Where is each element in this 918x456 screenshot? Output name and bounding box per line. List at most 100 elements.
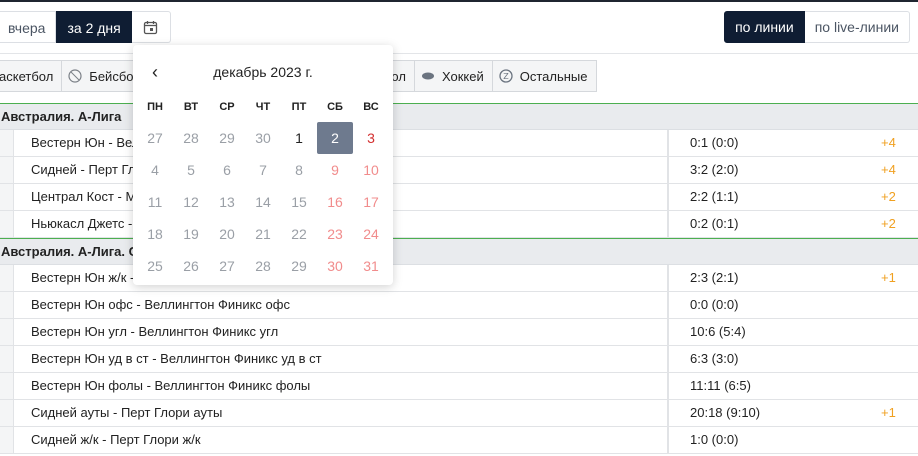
extra-markets-link[interactable]: +1 xyxy=(881,265,896,291)
column-separator xyxy=(667,265,669,291)
calendar-day: 26 xyxy=(183,258,199,274)
match-score: 2:3 (2:1) xyxy=(690,270,739,285)
table-row[interactable]: Вестерн Юн уд в ст - Веллингтон Финикс у… xyxy=(0,346,918,373)
table-row[interactable]: Вестерн Юн угл - Веллингтон Финикс угл 10… xyxy=(0,319,918,346)
sport-tab-label: аскетбол xyxy=(0,68,54,84)
calendar-day: 22 xyxy=(291,226,307,242)
row-gutter xyxy=(0,265,14,291)
calendar-day: 12 xyxy=(183,194,199,210)
weekday-label: ВТ xyxy=(183,101,199,113)
match-score: 20:18 (9:10) xyxy=(690,405,761,420)
calendar-month-title: декабрь 2023 г. xyxy=(213,64,313,80)
calendar-day: 21 xyxy=(255,226,271,242)
results-page: вчера за 2 дня по линии по live-линии ас… xyxy=(0,0,918,456)
table-row[interactable]: Сидней ауты - Перт Глори ауты 20:18 (9:10… xyxy=(0,400,918,427)
match-teams: Сидней ауты - Перт Глори ауты xyxy=(31,405,223,420)
calendar-day: 18 xyxy=(147,226,163,242)
extra-markets-link[interactable]: +4 xyxy=(881,157,896,183)
match-score: 3:2 (2:0) xyxy=(690,162,739,177)
match-score: 10:6 (5:4) xyxy=(690,324,746,339)
row-gutter xyxy=(0,346,14,372)
extra-markets-link[interactable]: +4 xyxy=(881,130,896,156)
calendar-day: 19 xyxy=(183,226,199,242)
calendar-day: 28 xyxy=(255,258,271,274)
extra-markets-link[interactable]: +2 xyxy=(881,211,896,237)
column-separator xyxy=(667,184,669,210)
live-mode-button[interactable]: по live-линии xyxy=(804,11,910,43)
calendar-day: 30 xyxy=(327,258,343,274)
calendar-day: 6 xyxy=(223,162,231,178)
calendar-day: 29 xyxy=(291,258,307,274)
calendar-day: 23 xyxy=(327,226,343,242)
calendar-day: 31 xyxy=(363,258,379,274)
calendar-day[interactable]: 1 xyxy=(281,122,317,154)
calendar-day: 29 xyxy=(219,130,235,146)
calendar-day: 11 xyxy=(147,194,163,210)
row-gutter xyxy=(0,319,14,345)
column-separator xyxy=(667,211,669,237)
match-teams: Вестерн Юн уд в ст - Веллингтон Финикс у… xyxy=(31,351,322,366)
weekday-label: ПТ xyxy=(291,101,307,113)
match-teams: Вестерн Юн угл - Веллингтон Финикс угл xyxy=(31,324,279,339)
calendar-day[interactable]: 3 xyxy=(353,122,389,154)
row-gutter xyxy=(0,292,14,318)
extra-markets-link[interactable]: +1 xyxy=(881,400,896,426)
column-separator xyxy=(667,346,669,372)
line-mode-switch: по линии по live-линии xyxy=(724,11,910,43)
extra-markets-link[interactable]: +2 xyxy=(881,184,896,210)
match-score: 2:2 (1:1) xyxy=(690,189,739,204)
match-teams: Сидней ж/к - Перт Глори ж/к xyxy=(31,432,201,447)
date-filter: вчера за 2 дня xyxy=(0,11,171,43)
table-row[interactable]: Сидней ж/к - Перт Глори ж/к 1:0 (0:0) xyxy=(0,427,918,454)
weekday-label: ЧТ xyxy=(255,101,271,113)
calendar-day: 7 xyxy=(259,162,267,178)
match-score: 0:0 (0:0) xyxy=(690,297,739,312)
match-score: 0:1 (0:0) xyxy=(690,135,739,150)
column-separator xyxy=(667,373,669,399)
two-days-button[interactable]: за 2 дня xyxy=(56,11,132,43)
yesterday-button[interactable]: вчера xyxy=(0,11,57,43)
column-separator xyxy=(667,130,669,156)
calendar-day-selected[interactable]: 2 xyxy=(317,122,353,154)
baseball-icon xyxy=(68,69,82,83)
hockey-icon xyxy=(421,69,435,83)
row-gutter xyxy=(0,157,14,183)
column-separator xyxy=(667,157,669,183)
calendar-day: 9 xyxy=(331,162,339,178)
calendar-day: 13 xyxy=(219,194,235,210)
sport-tab-basketball[interactable]: аскетбол xyxy=(0,60,63,92)
sport-tab-label: Остальные xyxy=(519,68,588,84)
calendar-day: 27 xyxy=(147,130,163,146)
row-gutter xyxy=(0,427,14,453)
match-score: 6:3 (3:0) xyxy=(690,351,739,366)
table-row[interactable]: Вестерн Юн фолы - Веллингтон Финикс фолы… xyxy=(0,373,918,400)
calendar-day: 24 xyxy=(363,226,379,242)
other-sports-icon: Z xyxy=(499,69,513,83)
row-gutter xyxy=(0,130,14,156)
calendar-day: 28 xyxy=(183,130,199,146)
calendar-day: 30 xyxy=(255,130,271,146)
line-mode-button[interactable]: по линии xyxy=(724,11,805,43)
top-border xyxy=(0,0,918,2)
weekday-label: ВС xyxy=(363,101,379,113)
calendar-popup: ‹ декабрь 2023 г. ПН ВТ СР ЧТ ПТ СБ ВС 27 28 29 3… xyxy=(133,45,393,285)
sport-tab-other-sports[interactable]: Z Остальные xyxy=(492,60,597,92)
calendar-days: 27 28 29 30 1 2 3 4 5 6 7 8 9 10 11 12 13 14 15 16 17 18 19 20 2… xyxy=(137,122,389,282)
table-row[interactable]: Вестерн Юн офс - Веллингтон Финикс офс 0:… xyxy=(0,292,918,319)
calendar-icon xyxy=(144,20,158,34)
calendar-day: 15 xyxy=(291,194,307,210)
row-gutter xyxy=(0,211,14,237)
sport-tab-hockey[interactable]: Хоккей xyxy=(414,60,493,92)
column-separator xyxy=(667,292,669,318)
calendar-button[interactable] xyxy=(131,11,171,43)
calendar-day: 20 xyxy=(219,226,235,242)
match-teams: Вестерн Юн офс - Веллингтон Финикс офс xyxy=(31,297,290,312)
weekday-label: СБ xyxy=(327,101,343,113)
match-score: 11:11 (6:5) xyxy=(690,378,751,393)
column-separator xyxy=(667,400,669,426)
calendar-day: 4 xyxy=(151,162,159,178)
calendar-day: 14 xyxy=(255,194,271,210)
calendar-day: 8 xyxy=(295,162,303,178)
calendar-day: 27 xyxy=(219,258,235,274)
calendar-day: 5 xyxy=(187,162,195,178)
